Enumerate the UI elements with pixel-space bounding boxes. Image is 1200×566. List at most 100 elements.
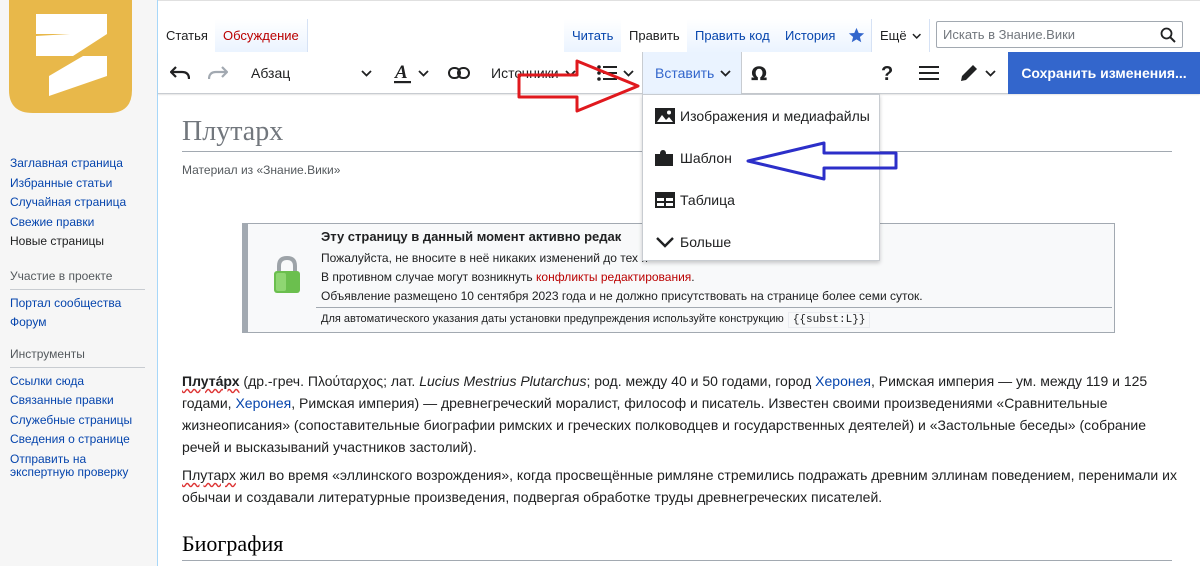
page-options-button[interactable] (919, 52, 939, 94)
chevron-down-icon (623, 69, 634, 77)
insert-label: Вставить (655, 65, 715, 81)
page-title: Плутарх (182, 116, 284, 147)
bulleted-list-icon (597, 65, 617, 81)
notice-line-4-text: Для автоматического указания даты устано… (321, 313, 784, 325)
nav-special-pages[interactable]: Служебные страницы (10, 411, 145, 431)
notice-line-1: Пожалуйста, не вносите в неё никаких изм… (321, 251, 648, 265)
tab-discussion[interactable]: Обсуждение (215, 19, 308, 53)
section-divider (182, 560, 1172, 561)
menu-icon (919, 66, 939, 80)
chaeronea-link-1[interactable]: Херонея (815, 373, 871, 389)
notice-line-2-text: В противном случае могут возникнуть (321, 270, 537, 284)
notice-heading: Эту страницу в данный момент активно ред… (321, 229, 622, 244)
lock-icon (274, 255, 300, 293)
visual-editor-toolbar: Абзац A Источники Вставить Ω ? Сохранить… (158, 52, 1200, 94)
nav-page-info[interactable]: Сведения о странице (10, 430, 145, 450)
nav-main-page[interactable]: Заглавная страница (10, 154, 126, 174)
subst-code: {{subst:L}} (787, 312, 871, 328)
menu-item-images-label: Изображения и медиафайлы (680, 108, 870, 124)
nav-random-page[interactable]: Случайная страница (10, 193, 126, 213)
tab-read[interactable]: Читать (564, 19, 623, 53)
nav-community-portal[interactable]: Портал сообщества (10, 294, 145, 314)
help-button[interactable]: ? (880, 52, 894, 94)
menu-item-table[interactable]: Таблица (643, 179, 879, 221)
sources-dropdown[interactable]: Источники (491, 52, 576, 94)
omega-icon: Ω (751, 63, 767, 83)
chevron-down-icon (720, 69, 731, 77)
p1-text-4: , Римская империя) — древнегреческий мор… (182, 395, 1147, 455)
chaeronea-link-2[interactable]: Херонея (235, 395, 291, 411)
search-icon[interactable] (1160, 27, 1176, 43)
more-label: Ещё (880, 28, 907, 43)
tools-section: Инструменты Ссылки сюда Связанные правки… (10, 345, 145, 479)
notice-divider (316, 307, 1112, 308)
watch-star-button[interactable] (842, 19, 872, 53)
text-style-icon: A (394, 62, 411, 84)
chevron-down-icon (361, 69, 372, 77)
search-input[interactable]: Искать в Знание.Вики (936, 21, 1183, 48)
p1-text-1: (др.-греч. Πλούταρχος; лат. (239, 373, 420, 389)
help-icon: ? (881, 63, 893, 83)
notice-line-4: Для автоматического указания даты устано… (321, 312, 871, 328)
chevron-down-icon (985, 69, 996, 77)
menu-item-more[interactable]: Больше (643, 221, 879, 263)
sidebar: Заглавная страница Избранные статьи Случ… (0, 0, 158, 566)
undo-icon (170, 66, 190, 80)
chevron-down-icon (564, 69, 576, 77)
link-button[interactable] (448, 52, 470, 94)
search-placeholder: Искать в Знание.Вики (943, 27, 1076, 42)
tab-edit-source[interactable]: Править код (687, 19, 779, 53)
paragraph-format-label: Абзац (251, 65, 291, 81)
edit-conflicts-link[interactable]: конфликты редактирования (536, 270, 691, 284)
nav-related-changes[interactable]: Связанные правки (10, 391, 145, 411)
pencil-icon (961, 65, 977, 81)
notice-line-3: Объявление размещено 10 сентября 2023 го… (321, 289, 923, 303)
nav-featured-articles[interactable]: Избранные статьи (10, 174, 126, 194)
tab-article[interactable]: Статья (158, 19, 217, 53)
list-button[interactable] (597, 52, 634, 94)
chevron-down-icon (418, 69, 429, 77)
link-icon (448, 67, 470, 79)
svg-text:?: ? (881, 63, 893, 83)
svg-text:Ω: Ω (751, 63, 767, 83)
insert-menu: Изображения и медиафайлы Шаблон Таблица … (642, 94, 880, 261)
insert-dropdown[interactable]: Вставить (642, 52, 743, 94)
nav-recent-changes[interactable]: Свежие правки (10, 213, 126, 233)
notice-line-2: В противном случае могут возникнуть конф… (321, 270, 695, 284)
nav-submit-for-review[interactable]: Отправить на экспертную проверку (10, 452, 140, 479)
text-style-button[interactable]: A (394, 52, 429, 94)
menu-item-more-label: Больше (680, 234, 732, 250)
chevron-down-icon (656, 237, 674, 248)
more-menu[interactable]: Ещё (872, 19, 930, 53)
article-paragraph-2[interactable]: Плутарх жил во время «эллинского возрожд… (182, 464, 1177, 508)
edit-mode-button[interactable] (959, 52, 996, 94)
participation-section: Участие в проекте Портал сообщества Фору… (10, 267, 145, 333)
section-heading-biography: Биография (182, 531, 284, 556)
undo-button[interactable] (170, 52, 190, 94)
article-subject-bold: Плута́рх (182, 373, 240, 389)
p2-text: жил во время «эллинского возрождения», к… (182, 467, 1177, 505)
tab-history[interactable]: История (777, 19, 845, 53)
redo-button[interactable] (208, 52, 228, 94)
tab-edit[interactable]: Править (621, 19, 689, 53)
menu-item-images[interactable]: Изображения и медиафайлы (643, 95, 879, 137)
special-character-button[interactable]: Ω (750, 52, 770, 94)
menu-item-template[interactable]: Шаблон (643, 137, 879, 179)
menu-item-template-label: Шаблон (680, 150, 732, 166)
image-icon (655, 108, 675, 124)
site-logo[interactable] (9, 0, 132, 113)
p1-text-2: ; род. между 40 и 50 годами, город (586, 373, 816, 389)
table-icon (655, 192, 675, 208)
article-paragraph-1[interactable]: Плута́рх (др.-греч. Πλούταρχος; лат. Luc… (182, 370, 1177, 458)
page-tagline: Материал из «Знание.Вики» (182, 163, 341, 177)
save-changes-button[interactable]: Сохранить изменения... (1008, 52, 1200, 94)
p1-latin-name: Lucius Mestrius Plutarchus (419, 373, 587, 389)
paragraph-format-dropdown[interactable]: Абзац (251, 52, 372, 94)
nav-new-pages[interactable]: Новые страницы (10, 232, 126, 252)
star-icon (848, 27, 865, 43)
tools-heading: Инструменты (10, 345, 145, 368)
p2-subject: Плутарх (182, 467, 236, 483)
nav-forum[interactable]: Форум (10, 313, 145, 333)
redo-icon (208, 66, 228, 80)
nav-what-links-here[interactable]: Ссылки сюда (10, 372, 145, 392)
